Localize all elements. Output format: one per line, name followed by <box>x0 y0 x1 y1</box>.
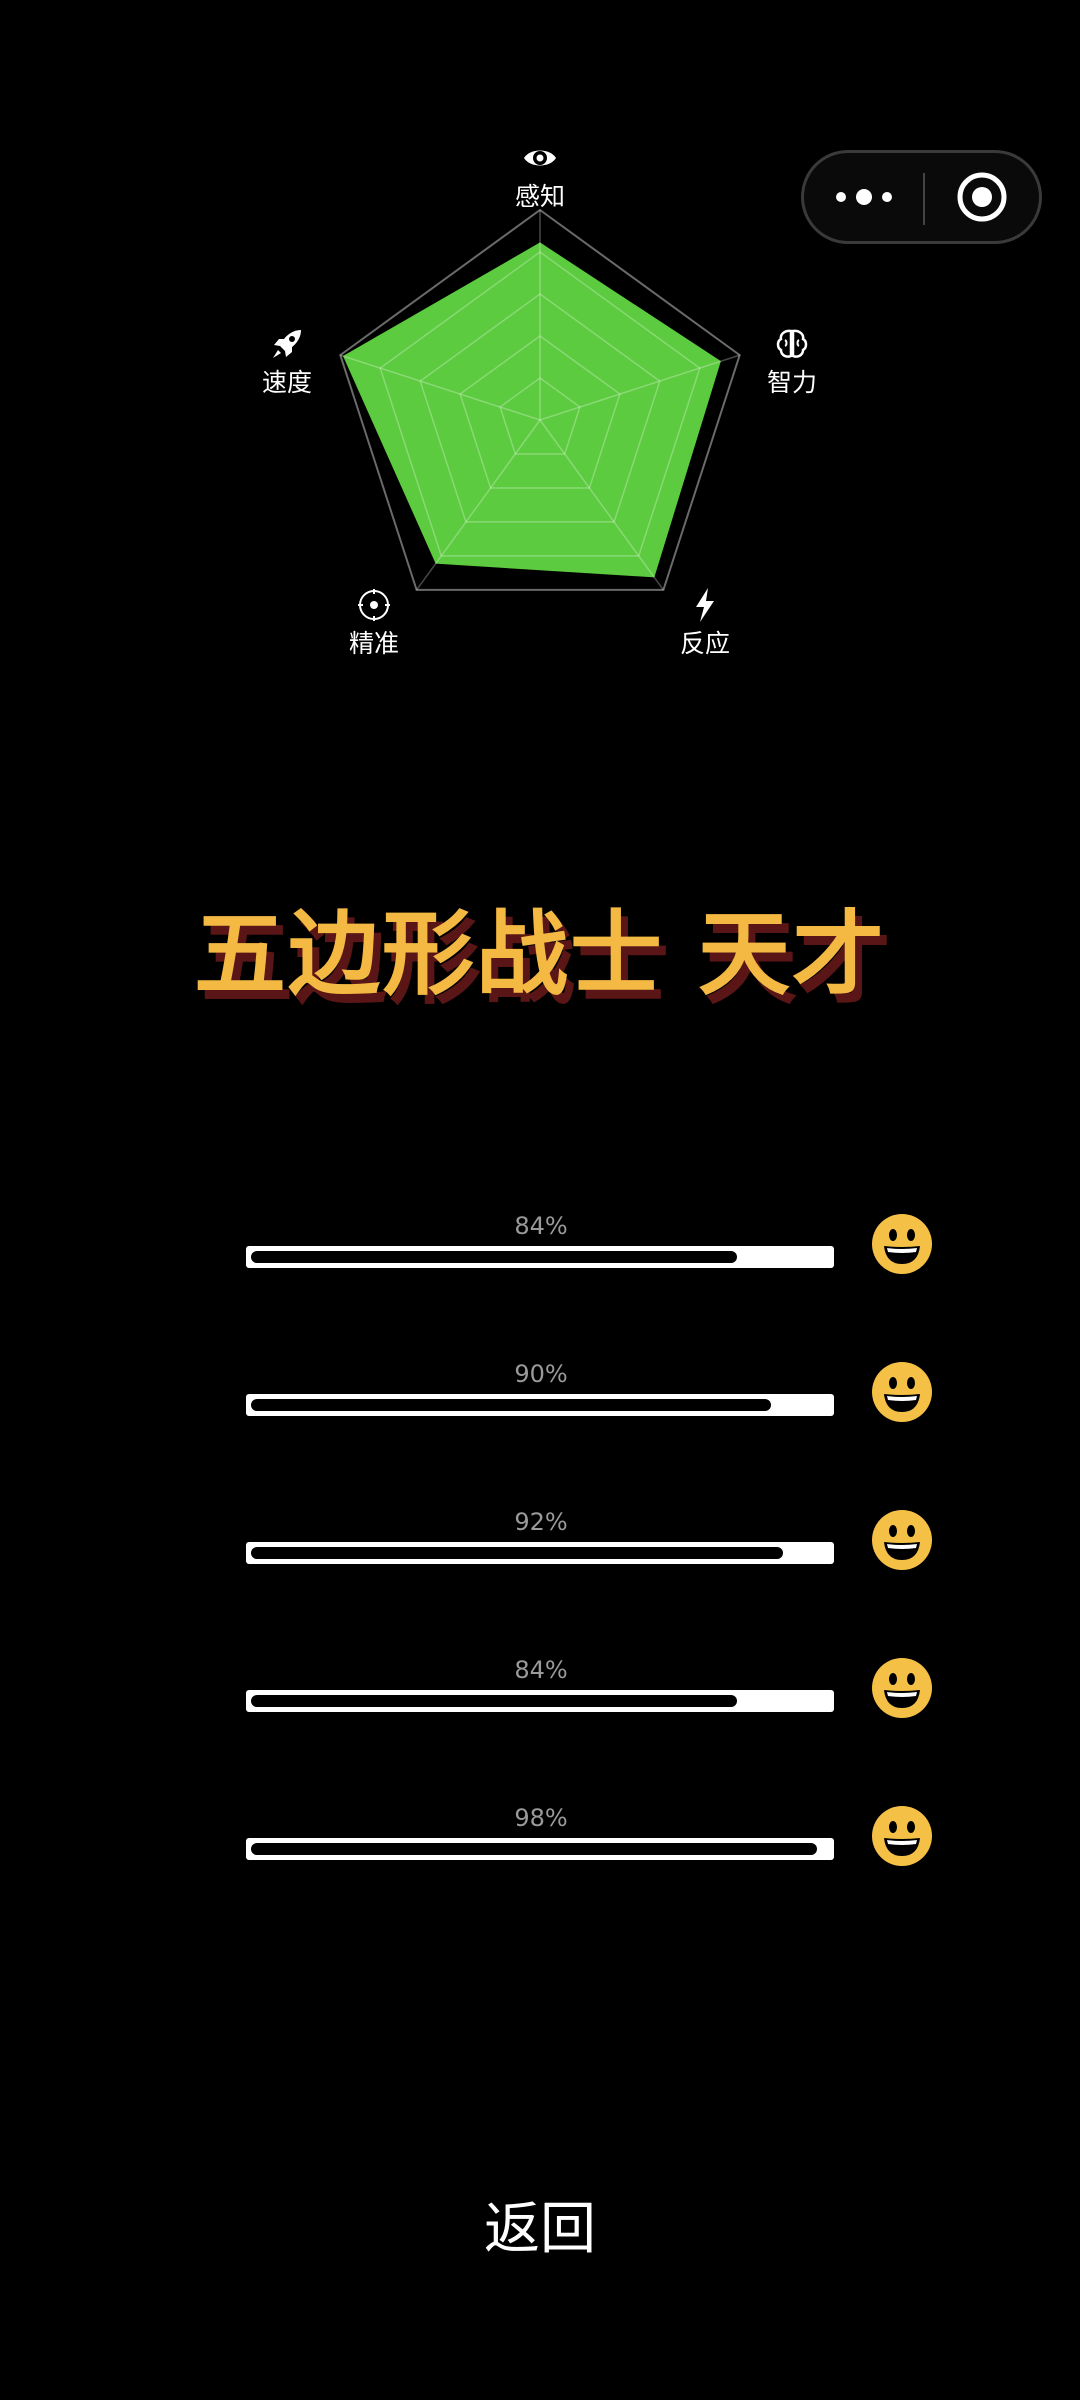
radar-label-perception: 感知 <box>480 140 600 209</box>
radar-label-text: 精准 <box>348 629 399 658</box>
eye-icon <box>524 150 556 166</box>
score-percent-label: 90% <box>514 1360 568 1388</box>
progress-fill <box>251 1843 817 1855</box>
radar-label-intelligence: 智力 <box>732 326 852 395</box>
score-percent-label: 84% <box>514 1212 568 1240</box>
grinning-face-icon <box>872 1658 932 1718</box>
radar-chart: 感知 智力 反应 精准 速度 <box>0 0 1080 700</box>
radar-label-text: 智力 <box>766 368 817 397</box>
score-percent-label: 84% <box>514 1656 568 1684</box>
score-bar-row: 98% <box>0 1804 1080 1904</box>
progress-track <box>246 1246 834 1268</box>
brain-icon <box>776 329 808 358</box>
score-bar-row: 84% <box>0 1212 1080 1312</box>
result-title: 五边形战士 天才 <box>193 901 887 1008</box>
lightning-icon <box>696 588 714 622</box>
radar-label-text: 速度 <box>261 368 312 397</box>
radar-label-precision: 精准 <box>314 587 434 656</box>
rocket-icon <box>273 330 301 358</box>
grinning-face-icon <box>872 1214 932 1274</box>
progress-fill <box>251 1695 737 1707</box>
radar-data-polygon <box>343 242 721 578</box>
progress-fill <box>251 1251 737 1263</box>
grinning-face-icon <box>872 1806 932 1866</box>
back-button[interactable]: 返回 <box>440 2185 640 2275</box>
score-bar-row: 90% <box>0 1360 1080 1460</box>
progress-fill <box>251 1547 783 1559</box>
score-bar-row: 92% <box>0 1508 1080 1608</box>
progress-track <box>246 1838 834 1860</box>
score-bar-row: 84% <box>0 1656 1080 1756</box>
radar-label-text: 反应 <box>679 629 730 658</box>
radar-svg <box>339 208 741 591</box>
progress-track <box>246 1394 834 1416</box>
radar-label-reaction: 反应 <box>645 587 765 656</box>
score-percent-label: 98% <box>514 1804 568 1832</box>
progress-fill <box>251 1399 771 1411</box>
grinning-face-icon <box>872 1510 932 1570</box>
radar-label-text: 感知 <box>514 182 565 211</box>
grinning-face-icon <box>872 1362 932 1422</box>
radar-label-speed: 速度 <box>227 326 347 395</box>
progress-track <box>246 1690 834 1712</box>
target-icon <box>358 589 390 621</box>
score-percent-label: 92% <box>514 1508 568 1536</box>
result-page: 感知 智力 反应 精准 速度 五边形战士 天才 84% 90% 92% 84% … <box>0 0 1080 2400</box>
progress-track <box>246 1542 834 1564</box>
